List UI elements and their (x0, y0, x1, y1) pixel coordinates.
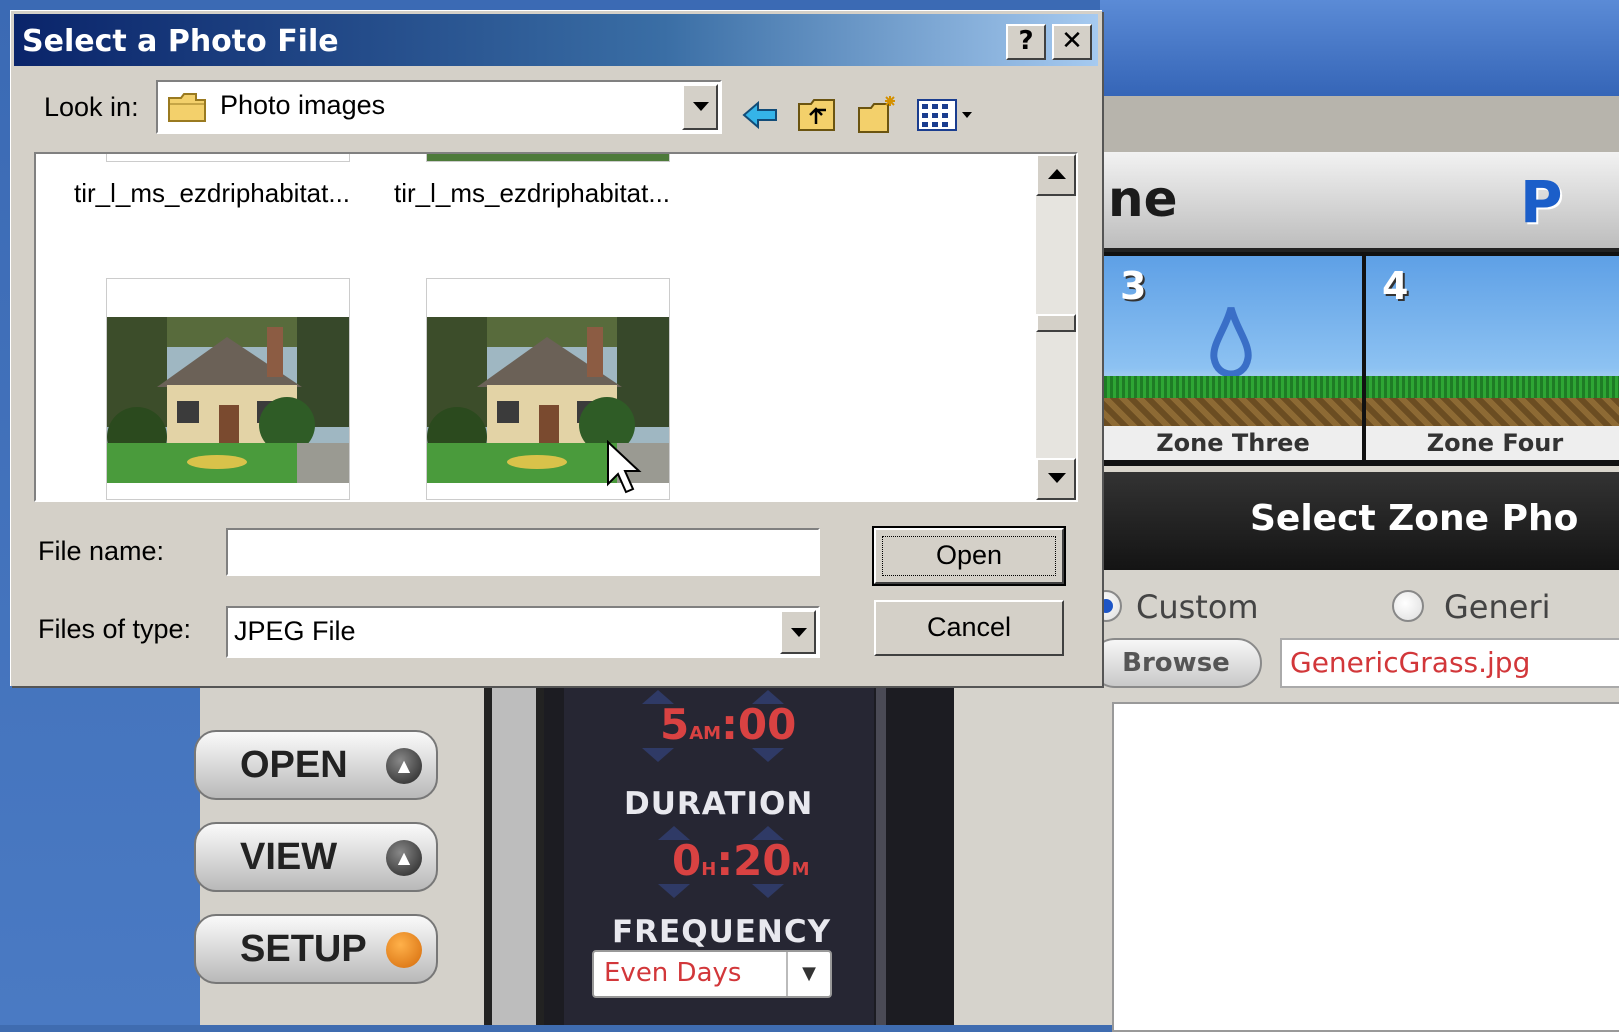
open-side-label: OPEN (240, 744, 348, 786)
setup-side-button[interactable]: SETUP (194, 914, 438, 984)
open-button[interactable]: Open (872, 526, 1066, 586)
photo-preview (1112, 702, 1619, 1032)
brand-logo: P (1520, 168, 1563, 236)
start-minutes: :00 (721, 700, 797, 749)
files-of-type-dropdown-button[interactable] (780, 610, 816, 654)
partial-thumbnail (106, 154, 350, 162)
dialog-titlebar: Select a Photo File ? ✕ (14, 14, 1098, 66)
app-titlebar (1100, 0, 1619, 96)
files-of-type-value: JPEG File (234, 616, 356, 646)
chevron-down-icon[interactable]: ▼ (786, 952, 830, 996)
generic-radio-label: Generi (1444, 588, 1551, 626)
look-in-label: Look in: (44, 92, 139, 122)
frequency-select[interactable]: Even Days ▼ (592, 950, 832, 998)
grass-strip (1366, 376, 1619, 398)
scroll-up-button[interactable] (1036, 154, 1076, 196)
look-in-combo[interactable]: Photo images (156, 80, 722, 134)
soil-strip (1104, 398, 1362, 426)
scroll-thumb[interactable] (1036, 314, 1076, 332)
partial-thumbnail (426, 154, 670, 162)
files-of-type-combo[interactable]: JPEG File (226, 606, 820, 658)
duration-hours: 0 (672, 836, 702, 885)
duration-hours-down-arrow[interactable] (658, 884, 690, 898)
frequency-label: FREQUENCY (612, 914, 832, 950)
zone-header: ne P (1100, 152, 1619, 254)
generic-radio[interactable] (1392, 590, 1424, 622)
file-list-scrollbar[interactable] (1036, 154, 1076, 500)
new-folder-icon[interactable] (856, 94, 898, 136)
panel-separator (484, 688, 544, 1025)
active-indicator-icon (386, 932, 422, 968)
cancel-button[interactable]: Cancel (874, 600, 1064, 656)
zone-label: Zone Four (1366, 426, 1619, 460)
look-in-value: Photo images (220, 90, 386, 120)
soil-strip (1366, 398, 1619, 426)
start-hour: 5 (660, 700, 690, 749)
duration-label: DURATION (624, 786, 814, 822)
photo-thumbnail[interactable] (106, 278, 350, 500)
file-list[interactable]: tir_l_ms_ezdriphabitat... tir_l_ms_ezdri… (34, 152, 1078, 502)
zone-photo-heading: Select Zone Pho (1250, 498, 1579, 539)
hour-down-arrow[interactable] (642, 748, 674, 762)
duration-hours-unit: H (701, 859, 717, 880)
custom-radio-label: Custom (1136, 588, 1259, 626)
eject-icon: ▲ (386, 748, 422, 784)
close-button[interactable]: ✕ (1052, 24, 1092, 60)
start-ampm: AM (689, 723, 722, 744)
zone-label: Zone Three (1104, 426, 1362, 460)
files-of-type-label: Files of type: (38, 614, 192, 644)
zone-number: 3 (1120, 264, 1147, 308)
zone-number: 4 (1382, 264, 1409, 308)
view-side-button[interactable]: VIEW ▲ (194, 822, 438, 892)
focus-rect (882, 536, 1056, 576)
file-name-label: File name: (38, 536, 165, 566)
up-folder-icon[interactable] (796, 94, 838, 136)
start-time: 5AM:00 (660, 700, 796, 749)
open-side-button[interactable]: OPEN ▲ (194, 730, 438, 800)
zone-photo-band: Select Zone Pho (1100, 472, 1619, 570)
back-arrow-icon[interactable] (740, 94, 782, 136)
zone-photo-controls: Custom Generi Browse GenericGrass.jpg (1090, 570, 1619, 1032)
file-name-input[interactable] (226, 528, 820, 576)
minute-down-arrow[interactable] (752, 748, 784, 762)
grass-strip (1104, 376, 1362, 398)
zone-tiles: 3 Zone Three 4 Zone Four (1100, 252, 1619, 466)
water-drop-icon (1210, 307, 1252, 376)
zone-tile-four[interactable]: 4 Zone Four (1366, 256, 1619, 460)
control-panel (0, 688, 1100, 1025)
view-side-label: VIEW (240, 836, 338, 878)
folder-icon (168, 93, 206, 122)
look-in-dropdown-button[interactable] (682, 84, 718, 130)
schedule-panel-edge (876, 688, 886, 1025)
select-photo-dialog: Select a Photo File ? ✕ Look in: Photo i… (10, 10, 1102, 686)
duration-value: 0H:20M (672, 836, 809, 885)
zone-header-title: ne (1108, 170, 1178, 228)
view-menu-icon[interactable] (914, 94, 976, 136)
duration-minutes-unit: M (791, 859, 810, 880)
file-name-label[interactable]: tir_l_ms_ezdriphabitat... (394, 178, 670, 209)
photo-file-field[interactable]: GenericGrass.jpg (1280, 638, 1619, 688)
dialog-title: Select a Photo File (22, 24, 339, 59)
duration-minutes: :20 (716, 836, 792, 885)
duration-minutes-down-arrow[interactable] (752, 884, 784, 898)
zone-tile-three[interactable]: 3 Zone Three (1104, 256, 1362, 460)
help-button[interactable]: ? (1006, 24, 1046, 60)
eject-icon: ▲ (386, 840, 422, 876)
browse-button[interactable]: Browse (1090, 638, 1262, 688)
file-name-label[interactable]: tir_l_ms_ezdriphabitat... (74, 178, 350, 209)
app-toolbar (1100, 96, 1619, 156)
setup-side-label: SETUP (240, 928, 367, 970)
house-photo-icon (107, 317, 349, 483)
mouse-pointer-icon (607, 440, 642, 494)
scroll-down-button[interactable] (1036, 458, 1076, 500)
right-panel (954, 688, 1100, 1025)
frequency-value: Even Days (604, 958, 742, 988)
